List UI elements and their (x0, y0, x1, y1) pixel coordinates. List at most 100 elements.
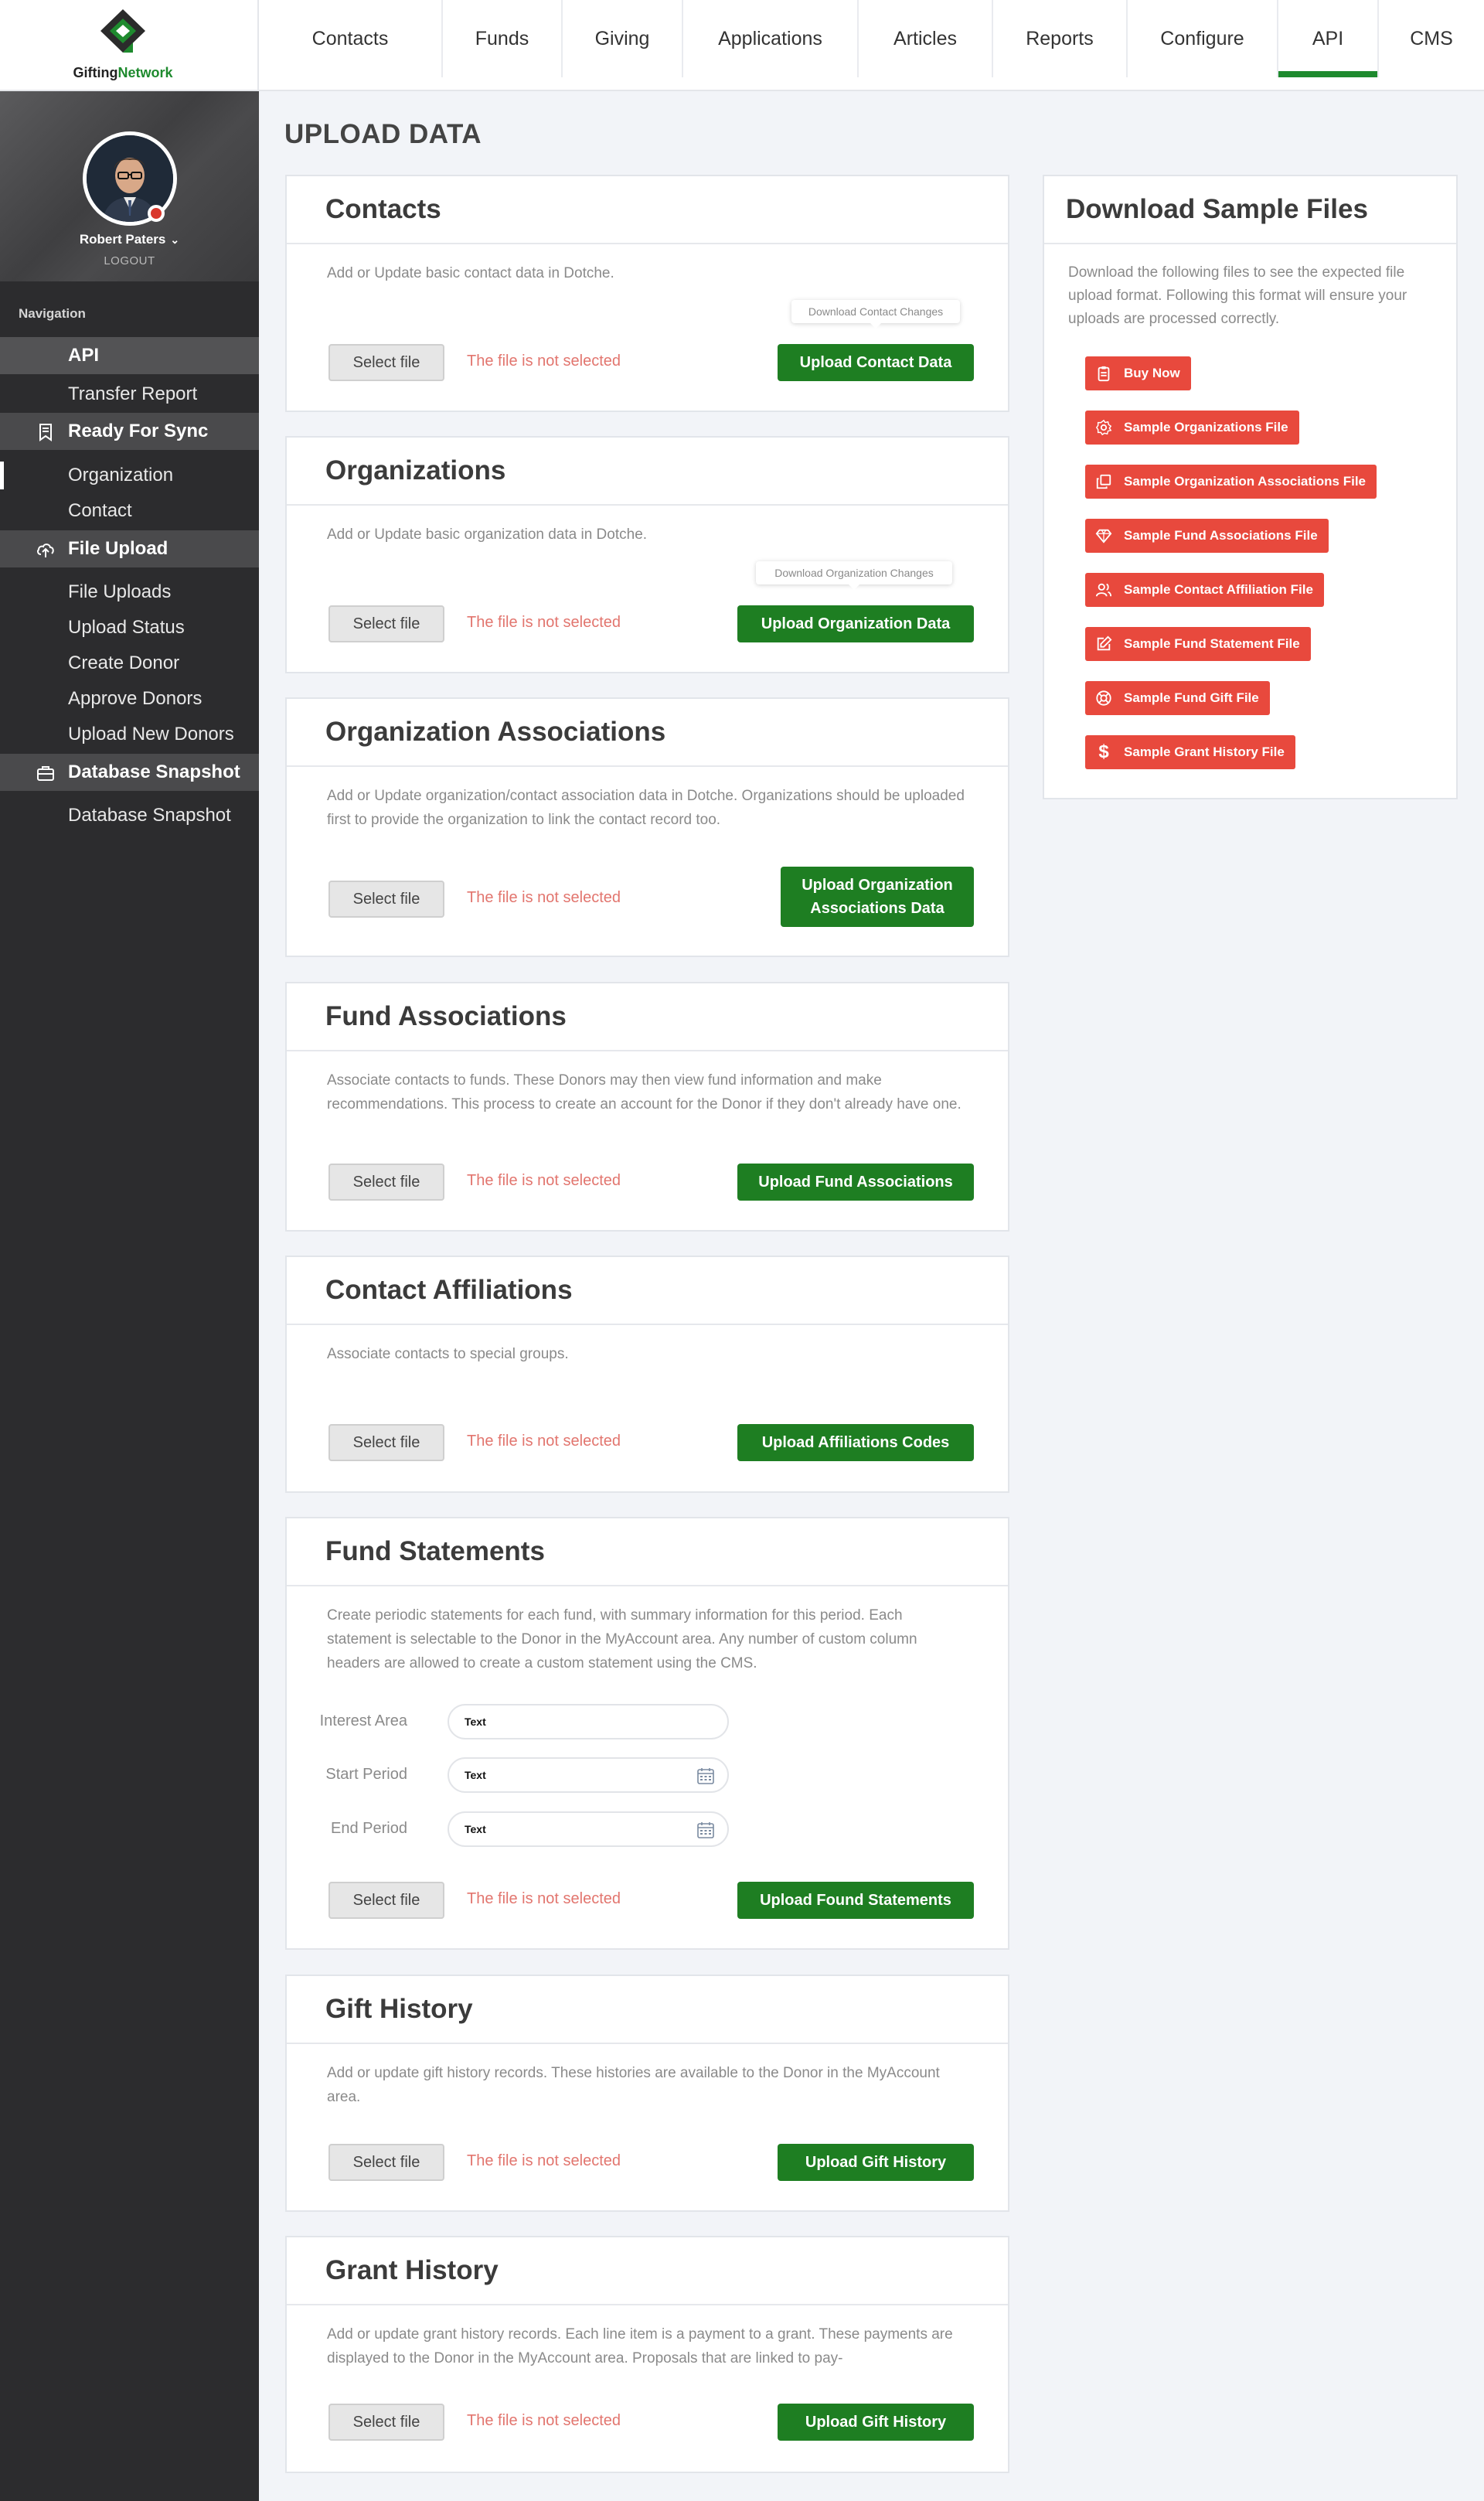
file-status: The file is not selected (467, 1433, 621, 1450)
top-bar: GiftingNetwork Contacts Funds Giving App… (0, 0, 1484, 91)
upload-card-gift-history: Gift History Add or update gift history … (285, 1975, 1009, 2212)
file-status: The file is not selected (467, 889, 621, 906)
upload-fund-associations-button[interactable]: Upload Fund Associations (737, 1164, 974, 1201)
sidebar-item-file-uploads[interactable]: File Uploads (0, 574, 259, 611)
nav-applications[interactable]: Applications (683, 0, 859, 77)
logo-mark-icon (100, 9, 145, 53)
card-description: Associate contacts to special groups. (327, 1346, 569, 1362)
sample-fund-gift-file-button[interactable]: Sample Fund Gift File (1085, 681, 1270, 715)
page-title: UPLOAD DATA (284, 119, 482, 149)
diamond-icon (1094, 526, 1113, 545)
nav-contacts[interactable]: Contacts (259, 0, 443, 77)
logo[interactable]: GiftingNetwork (0, 0, 259, 91)
end-period-label: End Period (331, 1820, 407, 1837)
upload-card-fund-associations: Fund Associations Associate contacts to … (285, 982, 1009, 1232)
upload-gift-history-button[interactable]: Upload Gift History (778, 2144, 974, 2181)
nav-reports[interactable]: Reports (993, 0, 1128, 77)
sidebar-group-database-snapshot[interactable]: Database Snapshot (0, 754, 259, 791)
end-period-input[interactable]: Text (448, 1811, 729, 1847)
file-status: The file is not selected (467, 1172, 621, 1189)
interest-area-input[interactable]: Text (448, 1704, 729, 1739)
select-file-button[interactable]: Select file (328, 605, 444, 642)
sample-fund-statement-file-button[interactable]: Sample Fund Statement File (1085, 627, 1311, 661)
copy-icon (1094, 472, 1113, 491)
card-description: Associate contacts to funds. These Donor… (327, 1072, 962, 1113)
upload-card-contacts: Contacts Add or Update basic contact dat… (285, 175, 1009, 412)
profile-panel: Robert Paters ⌄ LOGOUT (0, 91, 259, 281)
card-title: Organization Associations (287, 699, 1008, 767)
select-file-button[interactable]: Select file (328, 1424, 444, 1461)
sample-organization-associations-file-button[interactable]: Sample Organization Associations File (1085, 465, 1377, 499)
download-changes-tooltip[interactable]: Download Contact Changes (791, 300, 960, 329)
card-title: Organizations (287, 438, 1008, 506)
sidebar-item-database-snapshot[interactable]: Database Snapshot (0, 797, 259, 834)
upload-affiliations-codes-button[interactable]: Upload Affiliations Codes (737, 1424, 974, 1461)
select-file-button[interactable]: Select file (328, 2144, 444, 2181)
start-period-input[interactable]: Text (448, 1757, 729, 1793)
nav-giving[interactable]: Giving (563, 0, 683, 77)
sidebar-item-upload-status[interactable]: Upload Status (0, 609, 259, 646)
nav-configure[interactable]: Configure (1128, 0, 1278, 77)
upload-contact-data-button[interactable]: Upload Contact Data (778, 344, 974, 381)
sidebar-item-upload-new-donors[interactable]: Upload New Donors (0, 716, 259, 753)
nav-api[interactable]: API (1278, 0, 1379, 77)
sample-contact-affiliation-file-button[interactable]: Sample Contact Affiliation File (1085, 573, 1324, 607)
sidebar-group-ready-for-sync[interactable]: Ready For Sync (0, 413, 259, 450)
sidebar-item-approve-donors[interactable]: Approve Donors (0, 680, 259, 717)
upload-card-contact-affiliations: Contact Affiliations Associate contacts … (285, 1256, 1009, 1493)
sidebar-item-transfer-report[interactable]: Transfer Report (0, 376, 259, 413)
edit-icon (1094, 635, 1113, 653)
file-status: The file is not selected (467, 614, 621, 631)
download-changes-tooltip[interactable]: Download Organization Changes (756, 561, 952, 590)
cloud-upload-icon (37, 543, 54, 557)
nav-articles[interactable]: Articles (859, 0, 993, 77)
card-description: Create periodic statements for each fund… (327, 1607, 917, 1671)
card-title: Fund Associations (287, 983, 1008, 1051)
bookmark-list-icon (39, 424, 52, 441)
card-title: Gift History (287, 1976, 1008, 2044)
upload-fund-statements-button[interactable]: Upload Found Statements (737, 1882, 974, 1919)
start-period-label: Start Period (325, 1766, 407, 1783)
upload-grant-history-button[interactable]: Upload Gift History (778, 2404, 974, 2441)
upload-card-organization-associations: Organization Associations Add or Update … (285, 697, 1009, 957)
chevron-down-icon: ⌄ (170, 233, 180, 246)
card-description: Add or Update organization/contact assoc… (327, 788, 965, 828)
file-status: The file is not selected (467, 2412, 621, 2429)
card-description: Add or Update basic contact data in Dotc… (327, 265, 614, 281)
upload-organization-associations-button[interactable]: Upload Organization Associations Data (781, 867, 974, 927)
card-description: Add or update gift history records. Thes… (327, 2065, 940, 2105)
user-menu[interactable]: Robert Paters ⌄ (0, 232, 259, 247)
buy-now-button[interactable]: Buy Now (1085, 356, 1191, 390)
select-file-button[interactable]: Select file (328, 1882, 444, 1919)
upload-card-organizations: Organizations Add or Update basic organi… (285, 436, 1009, 673)
card-description: Add or Update basic organization data in… (327, 526, 648, 543)
calendar-icon[interactable] (696, 1821, 715, 1839)
file-status: The file is not selected (467, 2152, 621, 2169)
interest-area-label: Interest Area (319, 1712, 407, 1729)
card-title: Fund Statements (287, 1518, 1008, 1586)
logout-link[interactable]: LOGOUT (0, 254, 259, 267)
lifebuoy-icon (1094, 689, 1113, 707)
main-nav: Contacts Funds Giving Applications Artic… (259, 0, 1484, 90)
nav-funds[interactable]: Funds (443, 0, 563, 77)
file-status: The file is not selected (467, 353, 621, 370)
select-file-button[interactable]: Select file (328, 2404, 444, 2441)
card-title: Grant History (287, 2237, 1008, 2305)
sidebar-item-api[interactable]: API (0, 337, 259, 374)
sample-fund-associations-file-button[interactable]: Sample Fund Associations File (1085, 519, 1329, 553)
sidebar-item-organization[interactable]: Organization (0, 457, 259, 494)
select-file-button[interactable]: Select file (328, 1164, 444, 1201)
sidebar-item-contact[interactable]: Contact (0, 492, 259, 530)
select-file-button[interactable]: Select file (328, 881, 444, 918)
sidebar-item-create-donor[interactable]: Create Donor (0, 645, 259, 682)
gear-icon (1094, 418, 1113, 437)
select-file-button[interactable]: Select file (328, 344, 444, 381)
card-description: Add or update grant history records. Eac… (327, 2326, 953, 2366)
sidebar-group-file-upload[interactable]: File Upload (0, 530, 259, 567)
sample-organizations-file-button[interactable]: Sample Organizations File (1085, 411, 1299, 445)
nav-cms[interactable]: CMS (1379, 0, 1484, 77)
sample-grant-history-file-button[interactable]: $ Sample Grant History File (1085, 735, 1295, 769)
upload-card-grant-history: Grant History Add or update grant histor… (285, 2236, 1009, 2473)
upload-organization-data-button[interactable]: Upload Organization Data (737, 605, 974, 642)
calendar-icon[interactable] (696, 1767, 715, 1785)
